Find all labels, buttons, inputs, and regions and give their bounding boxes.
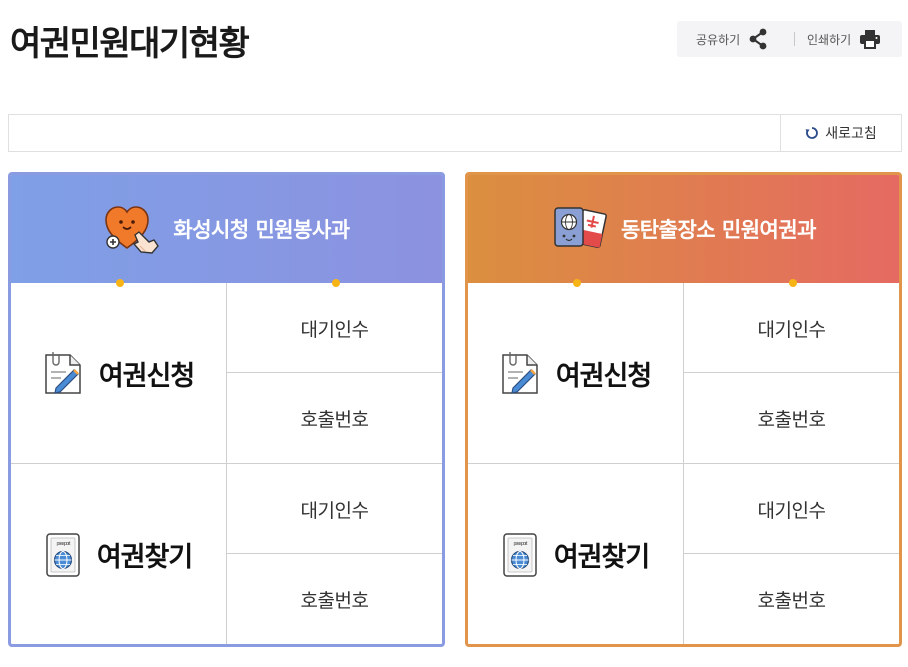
wait-count-cell: 대기인수 — [227, 283, 442, 373]
utility-bar: 공유하기 인쇄하기 — [677, 21, 902, 57]
call-number-cell: 호출번호 — [227, 554, 442, 644]
panel-header: 동탄출장소 민원여권과 — [468, 175, 899, 283]
section-title-cell: 여권신청 — [11, 283, 227, 463]
section-passport-application: 여권신청 대기인수 호출번호 — [11, 283, 442, 464]
call-number-label: 호출번호 — [757, 409, 826, 431]
section-title: 여권신청 — [555, 360, 652, 392]
wait-count-cell: 대기인수 — [684, 283, 899, 373]
refresh-button[interactable]: 새로고침 — [780, 115, 901, 151]
call-number-label: 호출번호 — [300, 590, 369, 612]
share-label: 공유하기 — [696, 32, 741, 47]
office-name: 동탄출장소 민원여권과 — [620, 218, 817, 242]
share-button[interactable]: 공유하기 — [677, 21, 794, 57]
passport-icon: passport — [503, 532, 537, 577]
print-label: 인쇄하기 — [807, 32, 852, 47]
passport-ticket-icon — [554, 207, 607, 249]
status-grid: 여권신청 대기인수 호출번호 passport 여권찾기 대기인수 호출번호 — [11, 283, 442, 644]
section-passport-pickup: passport 여권찾기 대기인수 호출번호 — [11, 464, 442, 644]
office-name: 화성시청 민원봉사과 — [173, 218, 350, 242]
refresh-bar: 새로고침 — [8, 114, 902, 152]
section-title-cell: 여권신청 — [468, 283, 684, 463]
wait-count-label: 대기인수 — [757, 319, 826, 341]
section-title: 여권찾기 — [553, 542, 650, 573]
status-grid: 여권신청 대기인수 호출번호 passport 여권찾기 대기인수 호출번호 — [468, 283, 899, 644]
heart-hand-icon — [105, 206, 160, 254]
svg-text:passport: passport — [513, 541, 527, 547]
call-number-cell: 호출번호 — [227, 373, 442, 463]
share-icon — [749, 28, 767, 50]
svg-text:passport: passport — [56, 541, 70, 547]
section-title-cell: passport 여권찾기 — [11, 464, 227, 644]
panel-header: 화성시청 민원봉사과 — [11, 175, 442, 283]
section-title: 여권신청 — [98, 360, 195, 392]
page-title: 여권민원대기현황 — [10, 24, 250, 64]
wait-count-cell: 대기인수 — [684, 464, 899, 554]
section-title-cell: passport 여권찾기 — [468, 464, 684, 644]
wait-count-label: 대기인수 — [300, 319, 369, 341]
office-panel-hwaseong: 화성시청 민원봉사과 여권신청 대기인수 호출번호 passport 여권찾기 … — [8, 172, 445, 647]
refresh-label: 새로고침 — [825, 126, 877, 142]
call-number-cell: 호출번호 — [684, 554, 899, 644]
wait-count-label: 대기인수 — [757, 500, 826, 522]
wait-count-label: 대기인수 — [300, 500, 369, 522]
printer-icon — [860, 30, 881, 49]
section-title: 여권찾기 — [96, 542, 193, 573]
passport-icon: passport — [46, 532, 80, 577]
wait-count-cell: 대기인수 — [227, 464, 442, 554]
call-number-label: 호출번호 — [757, 590, 826, 612]
section-passport-pickup: passport 여권찾기 대기인수 호출번호 — [468, 464, 899, 644]
section-passport-application: 여권신청 대기인수 호출번호 — [468, 283, 899, 464]
call-number-cell: 호출번호 — [684, 373, 899, 463]
office-panel-dongtan: 동탄출장소 민원여권과 여권신청 대기인수 호출번호 passport 여권찾기… — [465, 172, 902, 647]
document-pen-icon — [45, 352, 81, 394]
document-pen-icon — [502, 352, 538, 394]
print-button[interactable]: 인쇄하기 — [795, 21, 881, 57]
refresh-icon — [805, 127, 819, 139]
call-number-label: 호출번호 — [300, 409, 369, 431]
